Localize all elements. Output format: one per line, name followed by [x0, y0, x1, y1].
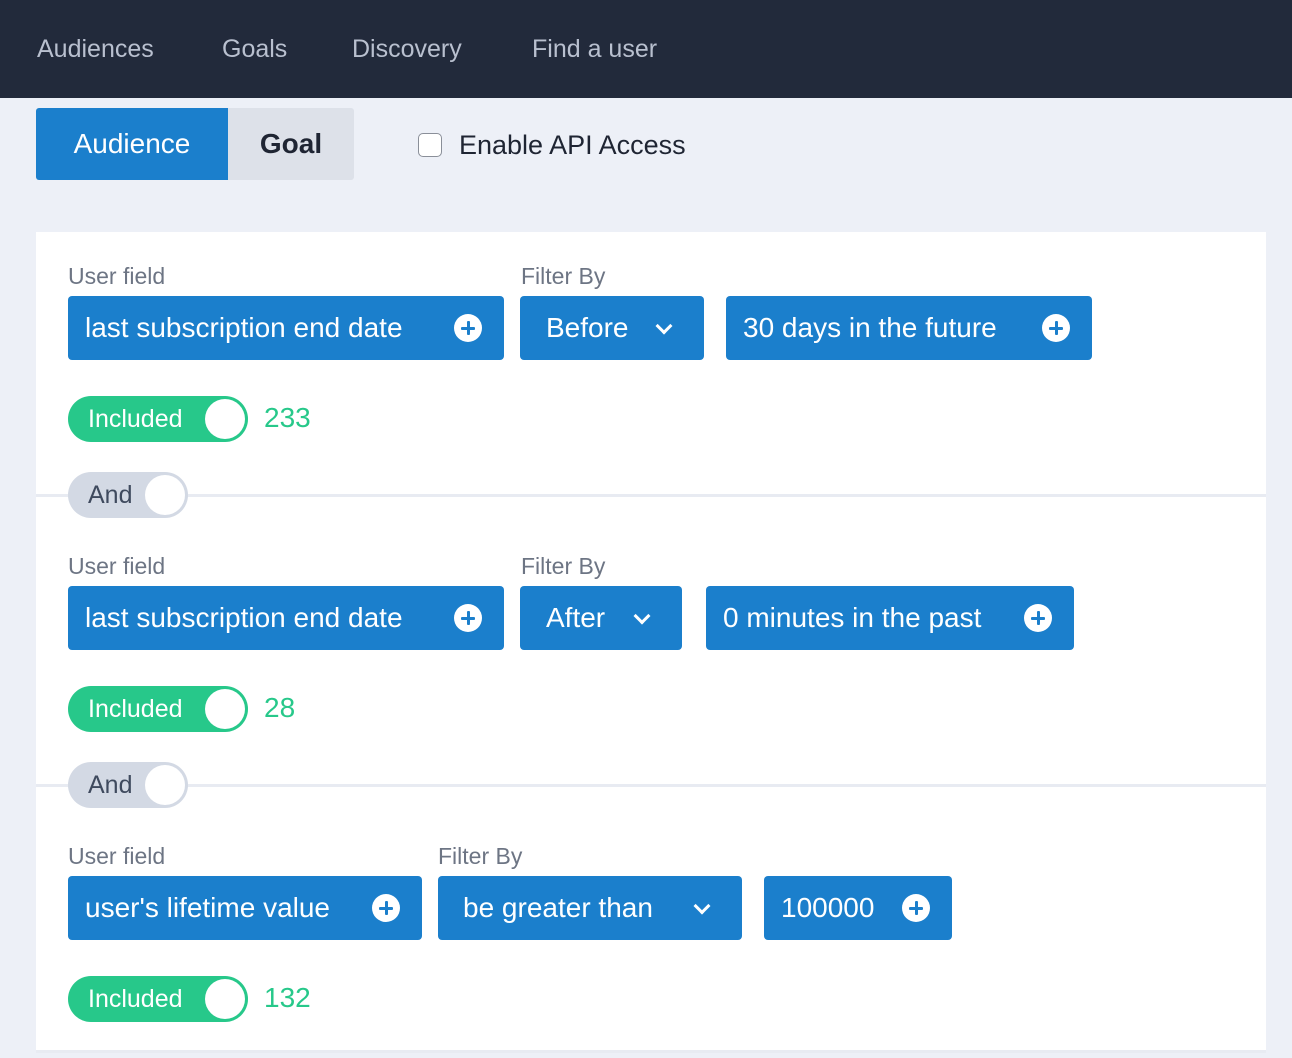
filter-by-label: Filter By: [521, 553, 606, 579]
filter-value: 0 minutes in the past: [723, 602, 982, 633]
user-field-label: User field: [68, 263, 166, 289]
nav-item-find-a-user[interactable]: Find a user: [532, 32, 657, 66]
user-field-selector[interactable]: last subscription end date: [68, 296, 504, 360]
filter-value-selector[interactable]: 100000: [764, 876, 952, 940]
toggle-knob: [205, 399, 245, 439]
matched-user-count: 132: [264, 982, 311, 1013]
toggle-knob: [205, 979, 245, 1019]
included-toggle-label: Included: [88, 405, 183, 433]
plus-circle-icon: [454, 604, 482, 632]
user-field-selector[interactable]: user's lifetime value: [68, 876, 422, 940]
filter-value: 100000: [781, 892, 875, 923]
included-toggle[interactable]: Included: [68, 396, 248, 442]
api-access-label: Enable API Access: [459, 129, 686, 160]
chevron-down-icon: [633, 607, 651, 625]
filter-divider: [36, 1050, 1266, 1053]
filter-by-label: Filter By: [521, 263, 606, 289]
and-or-toggle[interactable]: And: [68, 472, 188, 518]
included-toggle[interactable]: Included: [68, 976, 248, 1022]
nav-item-discovery[interactable]: Discovery: [352, 32, 462, 66]
user-field-label: User field: [68, 843, 166, 869]
plus-circle-icon: [902, 894, 930, 922]
matched-user-count: 233: [264, 402, 311, 433]
filter-operator-dropdown[interactable]: After: [520, 586, 682, 650]
filter-operator-value: After: [546, 602, 606, 633]
nav-item-goals[interactable]: Goals: [222, 32, 287, 66]
filter-value: 30 days in the future: [743, 312, 997, 343]
plus-circle-icon: [372, 894, 400, 922]
toggle-knob: [145, 765, 185, 805]
chevron-down-icon: [693, 897, 711, 915]
filter-operator-dropdown[interactable]: be greater than: [438, 876, 742, 940]
type-tabs: Audience Goal: [36, 108, 354, 180]
plus-circle-icon: [1024, 604, 1052, 632]
user-field-value: last subscription end date: [85, 602, 403, 633]
plus-circle-icon: [454, 314, 482, 342]
filter-card-1: [36, 232, 1266, 494]
filter-operator-dropdown[interactable]: Before: [520, 296, 704, 360]
filter-operator-value: be greater than: [463, 892, 653, 923]
included-toggle-label: Included: [88, 985, 183, 1013]
filter-value-selector[interactable]: 0 minutes in the past: [706, 586, 1074, 650]
user-field-value: last subscription end date: [85, 312, 403, 343]
user-field-selector[interactable]: last subscription end date: [68, 586, 504, 650]
included-toggle-label: Included: [88, 695, 183, 723]
filter-value-selector[interactable]: 30 days in the future: [726, 296, 1092, 360]
filter-operator-value: Before: [546, 312, 629, 343]
user-field-value: user's lifetime value: [85, 892, 330, 923]
nav-item-audiences[interactable]: Audiences: [37, 32, 154, 66]
tab-goal[interactable]: Goal: [228, 108, 354, 180]
and-or-toggle[interactable]: And: [68, 762, 188, 808]
api-access-control: Enable API Access: [418, 124, 686, 166]
tab-audience[interactable]: Audience: [36, 108, 228, 180]
chevron-down-icon: [655, 317, 673, 335]
filter-by-label: Filter By: [438, 843, 523, 869]
top-nav: Audiences Goals Discovery Find a user: [0, 0, 1292, 98]
toggle-knob: [145, 475, 185, 515]
plus-circle-icon: [1042, 314, 1070, 342]
toggle-knob: [205, 689, 245, 729]
included-toggle[interactable]: Included: [68, 686, 248, 732]
matched-user-count: 28: [264, 692, 296, 723]
and-or-toggle-label: And: [88, 771, 133, 799]
user-field-label: User field: [68, 553, 166, 579]
api-access-checkbox[interactable]: [418, 133, 442, 157]
and-or-toggle-label: And: [88, 481, 133, 509]
